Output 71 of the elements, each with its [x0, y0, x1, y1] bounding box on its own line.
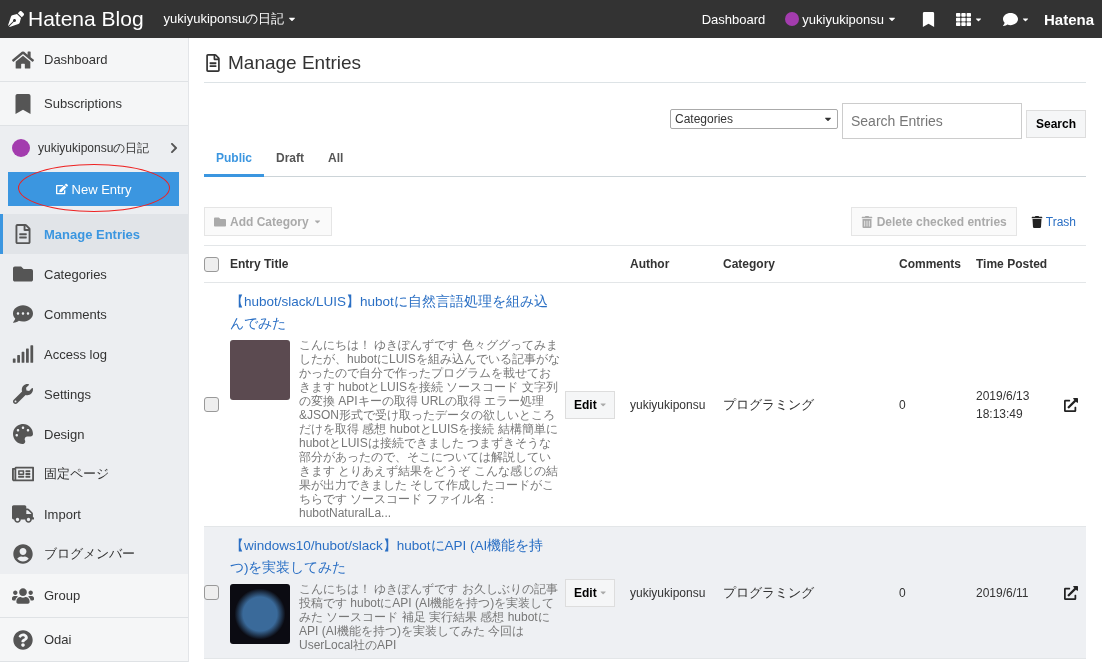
- sidebar-item-icon: [12, 629, 34, 650]
- sidebar-item[interactable]: Settings: [0, 374, 188, 414]
- page-title: Manage Entries: [228, 52, 362, 74]
- sidebar-item-icon: [12, 504, 34, 524]
- time-posted-cell-text: 2019/6/13 18:13:49: [976, 387, 1031, 423]
- search-field[interactable]: Search Entries: [841, 103, 1022, 139]
- dashboard-link[interactable]: Dashboard: [701, 11, 766, 27]
- photo-placeholder: [230, 340, 290, 400]
- entry-title-link[interactable]: 【hubot/slack/LUIS】hubotに自然言語処理を組み込んでみた: [230, 291, 551, 335]
- edit-button[interactable]: Edit: [565, 390, 615, 419]
- edit-icon: [55, 183, 68, 195]
- sidebar-item-icon: [12, 264, 34, 284]
- comments-cell-text: 0: [899, 396, 907, 414]
- sidebar-item[interactable]: Design: [0, 414, 188, 454]
- author-cell-text: yukiyukiponsu: [630, 396, 707, 414]
- row-checkbox[interactable]: [204, 397, 219, 412]
- sidebar-item[interactable]: ブログメンバー: [0, 534, 188, 574]
- select-all-checkbox[interactable]: [204, 256, 219, 272]
- entry-excerpt: こんにちは！ ゆきぽんずです 色々ググってみましたが、hubotにLUISを組み込んでいる記事がなかったので自分で作ったプログラムを載せておきます hubotとLUISを接続 ソースコード 文字列の変換 APIキーの取得 URLの取得 エラー処理&JSON形式で受け取ったデータの欲しいところだけを取得 感想 hubotとLUISを接続 結構簡単にhubotとLUISは接続できました つまずきそうな部分があったので、そこについては解説していきます とりあえず結果をどうぞ こんな感じの結果が出力できました そして作成したコードがこちらです ソースコード ファイル名：hubotNaturalLa...: [299, 338, 561, 520]
- author-cell-text: yukiyukiponsu: [630, 584, 707, 602]
- blog-title-menu[interactable]: yukiyukiponsuの日記: [163, 10, 298, 28]
- caret-icon: [312, 217, 322, 226]
- category-cell-text: プログラミング: [723, 395, 815, 414]
- sidebar-item[interactable]: Import: [0, 494, 188, 534]
- sidebar-item-icon: [12, 544, 34, 564]
- bookmark-icon[interactable]: [920, 11, 936, 27]
- caret-icon: [599, 400, 606, 409]
- sidebar-item-icon: [12, 464, 34, 484]
- trash-link[interactable]: Trash: [1030, 214, 1076, 229]
- sidebar-item-icon: [12, 384, 34, 404]
- category-cell-text: プログラミング: [723, 583, 815, 602]
- category-select[interactable]: Categories: [669, 109, 838, 129]
- comments-cell-text: 0: [899, 584, 907, 602]
- trash-icon: [1030, 215, 1043, 228]
- brand-logo[interactable]: Hatena: [1043, 10, 1094, 28]
- sidebar-item-icon: [12, 49, 34, 70]
- trash-icon: [860, 215, 873, 228]
- row-checkbox[interactable]: [204, 585, 219, 600]
- blog-link[interactable]: yukiyukiponsuの日記: [0, 126, 188, 170]
- grid-menu-icon[interactable]: [955, 11, 983, 27]
- caret-icon: [599, 588, 606, 597]
- user-menu[interactable]: yukiyukiponsu: [785, 11, 897, 27]
- comment-menu-icon[interactable]: [1002, 11, 1030, 27]
- entry-excerpt: こんにちは！ ゆきぽんずです お久しぶりの記事投稿です hubotにAPI (AI機能を持つ)を実装してみた ソースコード 補足 実行結果 感想 hubotにAPI (AI機能を持つ)を実装してみた 今回はUserLocal社のAPI: [299, 582, 559, 652]
- sidebar-item-icon: [12, 424, 34, 444]
- sidebar-item-icon: [12, 585, 34, 606]
- sidebar-item[interactable]: Group: [0, 574, 188, 618]
- sidebar-item[interactable]: Access log: [0, 334, 188, 374]
- column-header: Comments: [899, 257, 962, 271]
- sidebar-item[interactable]: Odai: [0, 618, 188, 662]
- sidebar-item[interactable]: Dashboard: [0, 38, 188, 82]
- edit-button[interactable]: Edit: [565, 578, 615, 607]
- document-icon: [204, 54, 222, 72]
- column-header: Entry Title: [230, 257, 290, 271]
- photo-placeholder: [230, 584, 290, 644]
- column-header: Author: [630, 257, 671, 271]
- sidebar-item[interactable]: 固定ページ: [0, 454, 188, 494]
- time-posted-cell-text: 2019/6/11: [976, 584, 1030, 602]
- sidebar-item-icon: [12, 304, 34, 324]
- sidebar-item[interactable]: Categories: [0, 254, 188, 294]
- entry-title-link[interactable]: 【windows10/hubot/slack】hubotにAPI (AI機能を持つ)を実装してみた: [230, 535, 551, 579]
- sidebar-item[interactable]: Comments: [0, 294, 188, 334]
- column-header: Category: [723, 257, 776, 271]
- chevron-right-icon: [168, 142, 180, 154]
- filter-tab[interactable]: Draft: [264, 147, 317, 177]
- search-button[interactable]: Search: [1025, 110, 1086, 138]
- app-logo[interactable]: Hatena Blog: [8, 7, 144, 31]
- column-header: Time Posted: [976, 257, 1049, 271]
- sidebar-item-icon: [12, 344, 34, 364]
- filter-tab[interactable]: All: [316, 147, 356, 177]
- folder-icon: [214, 215, 226, 228]
